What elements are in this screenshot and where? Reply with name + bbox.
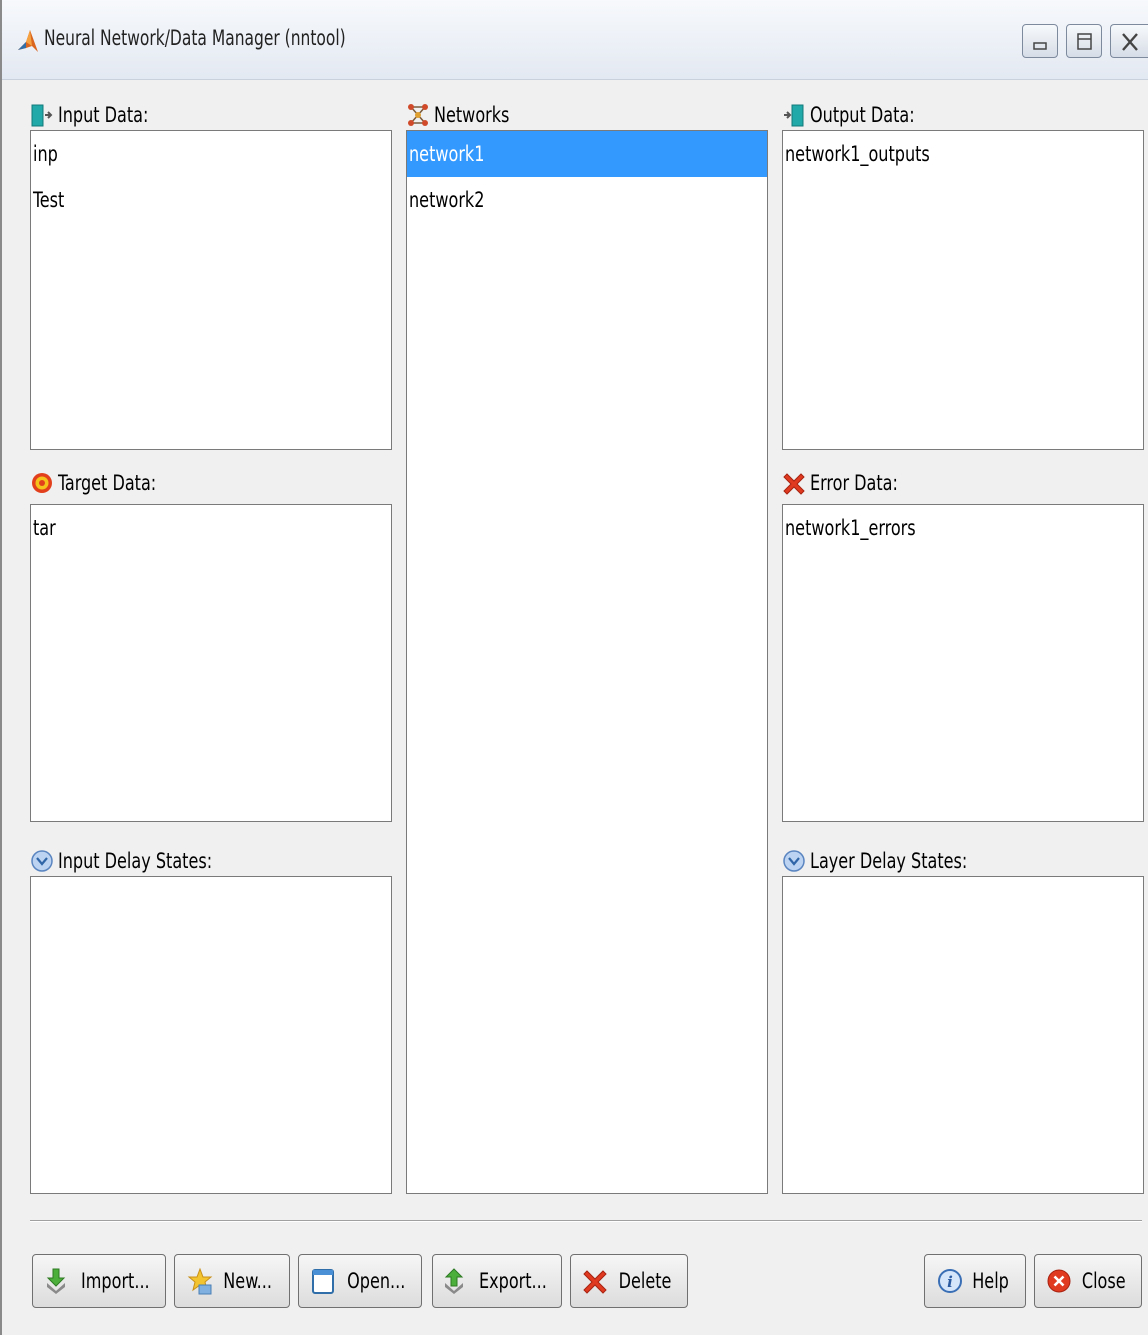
import-icon xyxy=(46,1268,65,1294)
new-label: New... xyxy=(223,1269,273,1293)
error-data-label-row: Error Data: xyxy=(782,468,913,498)
target-data-label: Target Data: xyxy=(58,471,157,495)
help-button[interactable]: i Help xyxy=(924,1254,1026,1308)
window-title: Neural Network/Data Manager (nntool) xyxy=(44,26,346,50)
title-bar[interactable]: Neural Network/Data Manager (nntool) xyxy=(2,0,1148,80)
close-red-icon xyxy=(1047,1269,1071,1293)
open-label: Open... xyxy=(346,1269,406,1293)
help-label: Help xyxy=(972,1269,1010,1293)
target-data-label-row: Target Data: xyxy=(30,468,174,498)
new-button[interactable]: New... xyxy=(174,1254,290,1308)
delete-button[interactable]: Delete xyxy=(570,1254,688,1308)
export-icon xyxy=(444,1268,464,1294)
delete-x-icon xyxy=(583,1270,607,1294)
list-item[interactable]: Test xyxy=(31,177,391,223)
export-button[interactable]: Export... xyxy=(432,1254,562,1308)
input-data-list[interactable]: inp Test xyxy=(30,130,392,450)
error-data-list[interactable]: network1_errors xyxy=(782,504,1144,822)
input-data-label: Input Data: xyxy=(58,103,149,127)
target-data-list[interactable]: tar xyxy=(30,504,392,822)
input-data-label-row: Input Data: xyxy=(30,100,164,130)
layer-delay-states-list[interactable] xyxy=(782,876,1144,1194)
output-data-label-row: Output Data: xyxy=(782,100,933,130)
nntool-window: Neural Network/Data Manager (nntool) Inp… xyxy=(0,0,1148,1335)
export-label: Export... xyxy=(479,1269,547,1293)
input-delay-states-list[interactable] xyxy=(30,876,392,1194)
list-item[interactable]: network1_errors xyxy=(783,505,1143,551)
list-item[interactable]: tar xyxy=(31,505,391,551)
new-star-icon xyxy=(187,1267,213,1295)
target-icon xyxy=(32,473,52,493)
network-icon xyxy=(408,104,428,126)
divider xyxy=(30,1220,1142,1222)
maximize-icon xyxy=(1077,33,1092,50)
matlab-logo-icon xyxy=(18,30,38,52)
input-delay-states-label: Input Delay States: xyxy=(58,849,213,873)
delay-states-icon xyxy=(783,850,805,872)
svg-text:i: i xyxy=(948,1273,954,1291)
import-label: Import... xyxy=(80,1269,150,1293)
networks-label: Networks xyxy=(434,103,510,127)
minimize-icon xyxy=(1033,42,1047,50)
close-label: Close xyxy=(1082,1269,1126,1293)
list-item[interactable]: network1_outputs xyxy=(783,131,1143,177)
input-delay-states-label-row: Input Delay States: xyxy=(30,846,239,876)
open-window-icon xyxy=(311,1269,334,1294)
open-button[interactable]: Open... xyxy=(298,1254,422,1308)
layer-delay-states-label-row: Layer Delay States: xyxy=(782,846,995,876)
output-data-label: Output Data: xyxy=(810,103,915,127)
close-x-icon xyxy=(1122,33,1138,51)
delete-label: Delete xyxy=(618,1269,672,1293)
layer-delay-states-label: Layer Delay States: xyxy=(810,849,968,873)
list-item-selected[interactable]: network1 xyxy=(407,131,767,177)
import-button[interactable]: Import... xyxy=(32,1254,166,1308)
output-data-list[interactable]: network1_outputs xyxy=(782,130,1144,450)
networks-label-row: Networks xyxy=(406,100,523,130)
input-data-icon xyxy=(31,104,53,127)
delay-states-icon xyxy=(31,850,53,872)
close-button[interactable]: Close xyxy=(1034,1254,1142,1308)
error-x-icon xyxy=(783,473,805,495)
minimize-button[interactable] xyxy=(1022,24,1058,58)
help-info-icon: i xyxy=(938,1269,963,1293)
list-item[interactable]: network2 xyxy=(407,177,767,223)
maximize-button[interactable] xyxy=(1066,24,1102,58)
error-data-label: Error Data: xyxy=(810,471,898,495)
list-item[interactable]: inp xyxy=(31,131,391,177)
output-data-icon xyxy=(784,104,804,127)
networks-list[interactable]: network1 network2 xyxy=(406,130,768,1194)
close-window-button[interactable] xyxy=(1110,24,1148,58)
